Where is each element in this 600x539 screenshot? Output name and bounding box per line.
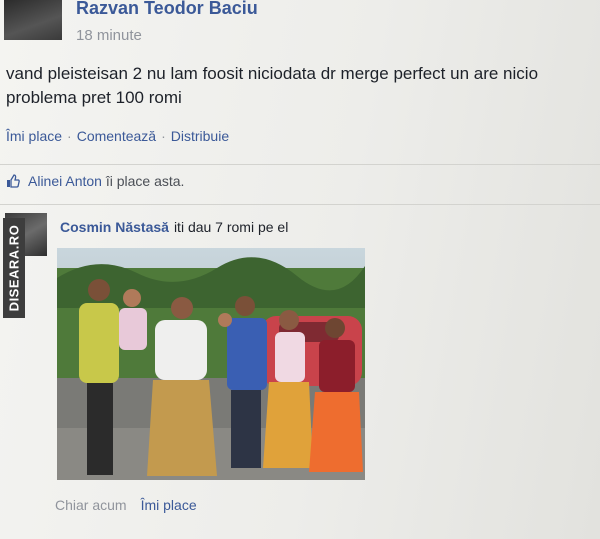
author-avatar[interactable]	[4, 0, 62, 40]
comment-timestamp[interactable]: Chiar acum	[55, 497, 127, 513]
liker-name[interactable]: Alinei Anton	[28, 173, 102, 189]
comment-photo[interactable]	[57, 248, 365, 480]
share-link[interactable]: Distribuie	[171, 128, 229, 144]
post-timestamp[interactable]: 18 minute	[76, 27, 142, 44]
comment-like-link[interactable]: Îmi place	[141, 497, 197, 513]
comment-author-name[interactable]: Cosmin Năstasă	[60, 219, 169, 235]
watermark: DISEARA.RO	[3, 218, 25, 318]
post-actions: Îmi place · Comentează · Distribuie	[6, 128, 229, 144]
separator: ·	[161, 128, 166, 144]
post-author-name[interactable]: Razvan Teodor Baciu	[76, 0, 258, 19]
facebook-post-screenshot: Razvan Teodor Baciu 18 minute vand pleis…	[0, 0, 600, 539]
like-link[interactable]: Îmi place	[6, 128, 62, 144]
likes-suffix: îi place asta.	[105, 173, 185, 189]
divider	[0, 164, 600, 165]
family-photo-image	[57, 248, 365, 480]
comment: Cosmin Năstasă iti dau 7 romi pe el	[60, 219, 288, 235]
divider	[0, 204, 600, 205]
comment-text: iti dau 7 romi pe el	[173, 219, 289, 235]
watermark-text: DISEARA.RO	[6, 224, 22, 312]
comment-link[interactable]: Comentează	[77, 128, 156, 144]
likes-row: Alinei Anton îi place asta.	[6, 173, 184, 189]
comment-meta: Chiar acum Îmi place	[55, 497, 197, 513]
post-text: vand pleisteisan 2 nu lam foosit nicioda…	[6, 64, 539, 107]
separator: ·	[67, 128, 72, 144]
thumbs-up-icon	[7, 174, 20, 188]
